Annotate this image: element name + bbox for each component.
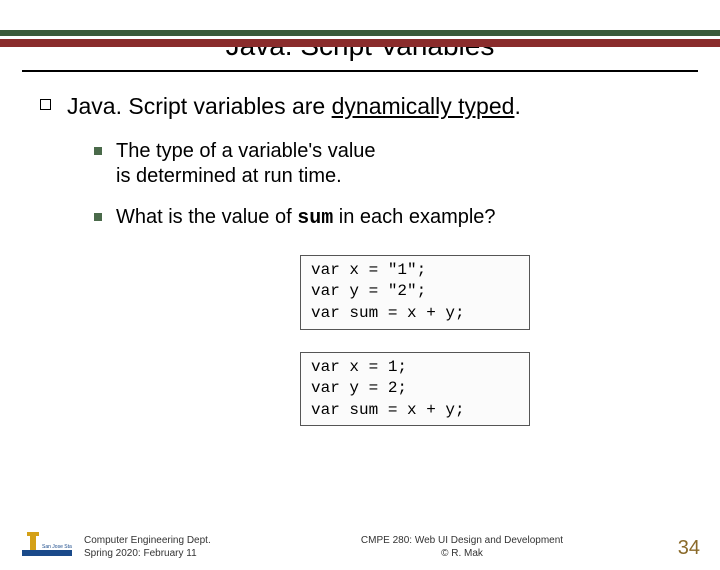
- sub-point-2: What is the value of sum in each example…: [116, 205, 496, 231]
- filled-square-bullet-icon: [94, 147, 102, 155]
- bullet-level2: The type of a variable's value is determ…: [94, 139, 680, 189]
- code-example-2: var x = 1; var y = 2; var sum = x + y;: [300, 352, 530, 427]
- main-point-pre: Java. Script variables are: [67, 93, 332, 119]
- sub1-line1: The type of a variable's value: [116, 140, 376, 162]
- sub2-pre: What is the value of: [116, 206, 297, 228]
- main-point-post: .: [514, 93, 520, 119]
- code-example-1: var x = "1"; var y = "2"; var sum = x + …: [300, 255, 530, 330]
- footer-left: Computer Engineering Dept. Spring 2020: …: [84, 534, 264, 560]
- svg-text:San Jose State: San Jose State: [42, 544, 72, 550]
- slide-footer: San Jose State Computer Engineering Dept…: [0, 530, 720, 560]
- footer-center: CMPE 280: Web UI Design and Development …: [264, 534, 660, 560]
- slide-body: Java. Script variables are dynamically t…: [40, 92, 680, 440]
- sub1-line2: is determined at run time.: [116, 165, 342, 187]
- sub2-mono: sum: [297, 207, 333, 230]
- footer-copyright: © R. Mak: [264, 547, 660, 560]
- sub-point-1: The type of a variable's value is determ…: [116, 139, 376, 189]
- main-point-underlined: dynamically typed: [332, 93, 515, 119]
- bullet-level2: What is the value of sum in each example…: [94, 205, 680, 231]
- page-number: 34: [660, 537, 700, 560]
- main-point-text: Java. Script variables are dynamically t…: [67, 92, 521, 121]
- open-square-bullet-icon: [40, 99, 51, 110]
- sub2-post: in each example?: [333, 206, 495, 228]
- sjsu-logo-icon: San Jose State: [20, 530, 74, 560]
- filled-square-bullet-icon: [94, 213, 102, 221]
- footer-course: CMPE 280: Web UI Design and Development: [264, 534, 660, 547]
- bullet-level1: Java. Script variables are dynamically t…: [40, 92, 680, 121]
- top-accent-bars: [0, 30, 720, 47]
- footer-dept: Computer Engineering Dept.: [84, 534, 264, 547]
- footer-date: Spring 2020: February 11: [84, 547, 264, 560]
